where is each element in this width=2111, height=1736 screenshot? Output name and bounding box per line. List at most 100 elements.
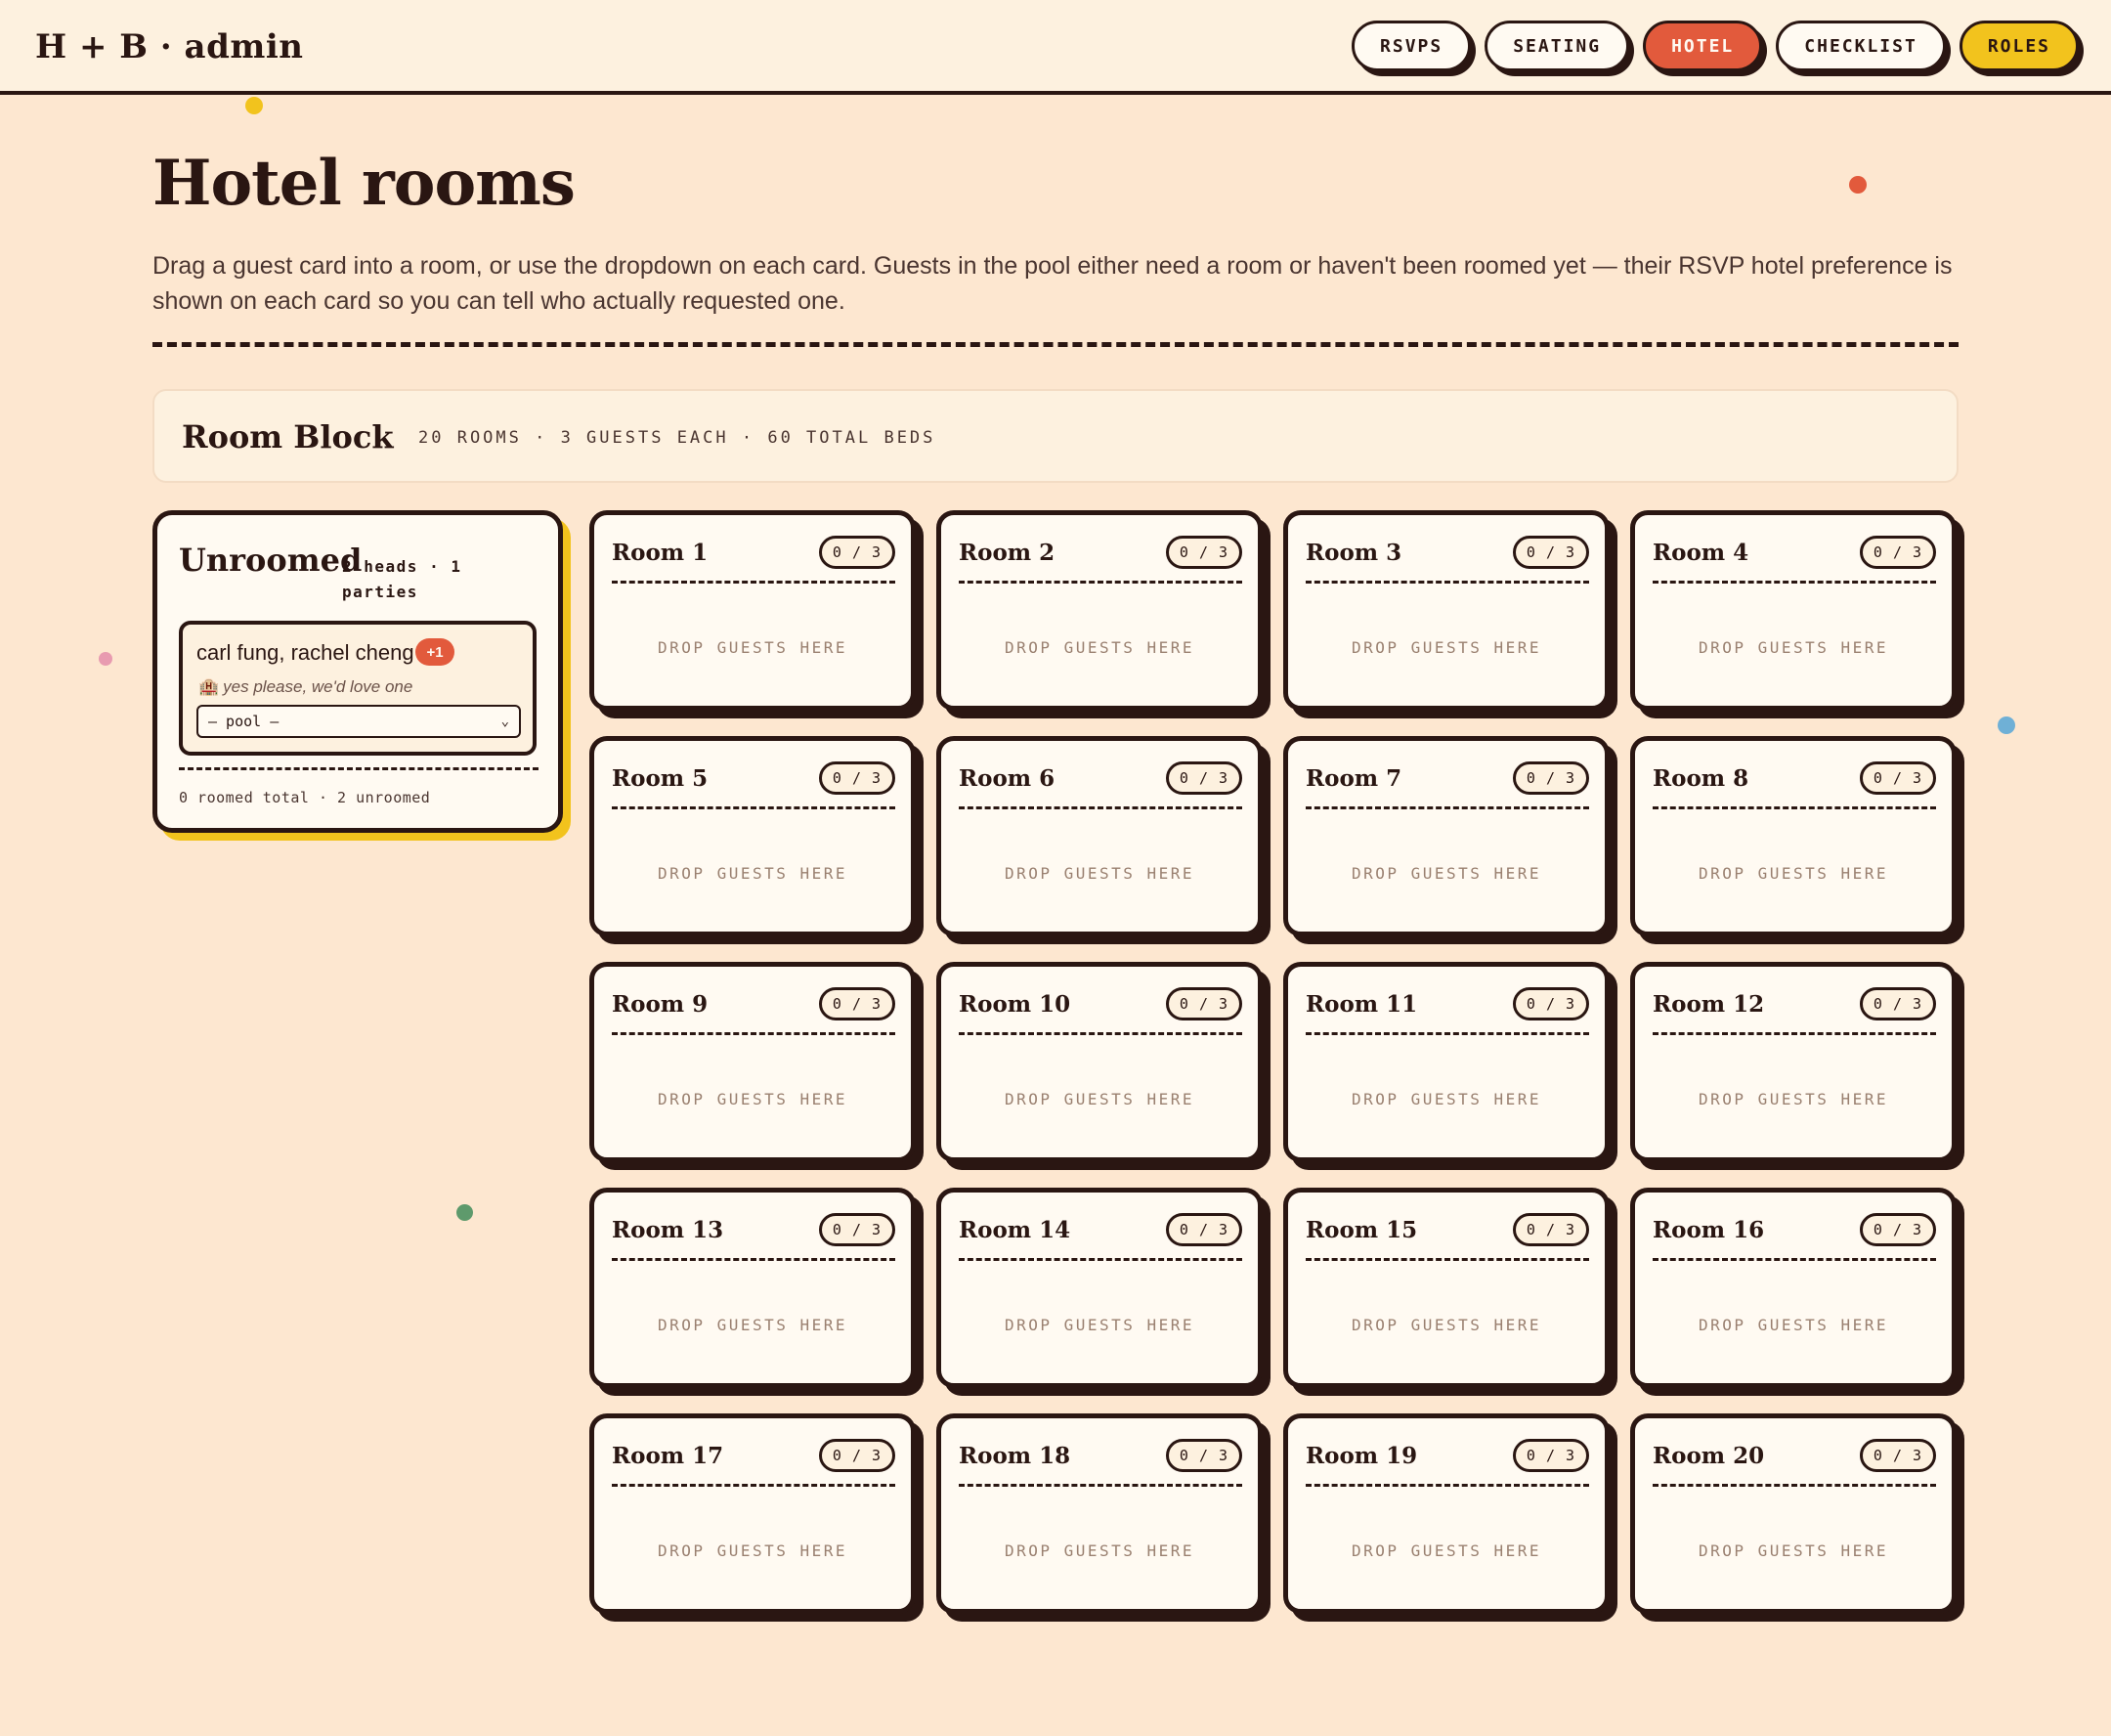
room-select-value: — pool —: [208, 713, 280, 730]
drop-zone-label: DROP GUESTS HERE: [657, 1316, 848, 1334]
room-card[interactable]: Room 13 0 / 3 DROP GUESTS HERE: [589, 1188, 916, 1388]
room-divider: [1306, 806, 1589, 809]
drop-zone-label: DROP GUESTS HERE: [1351, 1090, 1542, 1108]
room-name: Room 7: [1306, 765, 1402, 792]
room-card[interactable]: Room 7 0 / 3 DROP GUESTS HERE: [1283, 736, 1610, 936]
drop-zone-label: DROP GUESTS HERE: [657, 864, 848, 883]
nav-roles[interactable]: ROLES: [1959, 21, 2079, 71]
room-name: Room 19: [1306, 1443, 1418, 1469]
room-divider: [959, 1484, 1242, 1487]
room-capacity-badge: 0 / 3: [1166, 761, 1242, 795]
room-card[interactable]: Room 18 0 / 3 DROP GUESTS HERE: [936, 1413, 1263, 1614]
room-name: Room 8: [1653, 765, 1749, 792]
room-divider: [1653, 581, 1936, 584]
room-name: Room 1: [612, 540, 709, 566]
nav-rsvps[interactable]: RSVPS: [1352, 21, 1472, 71]
room-divider: [1653, 1258, 1936, 1261]
nav-seating[interactable]: SEATING: [1485, 21, 1630, 71]
hotel-icon: 🏨: [198, 677, 220, 696]
room-divider: [959, 581, 1242, 584]
room-card[interactable]: Room 9 0 / 3 DROP GUESTS HERE: [589, 962, 916, 1162]
decor-dot-blue: [1998, 716, 2015, 734]
room-card[interactable]: Room 1 0 / 3 DROP GUESTS HERE: [589, 510, 916, 711]
room-name: Room 17: [612, 1443, 724, 1469]
hotel-preference-text: yes please, we'd love one: [223, 677, 413, 696]
page-description: Drag a guest card into a room, or use th…: [152, 252, 1953, 315]
unroomed-footer: 0 roomed total · 2 unroomed: [179, 789, 431, 806]
unroomed-count: 2 heads · 1 parties: [342, 557, 462, 601]
room-card[interactable]: Room 2 0 / 3 DROP GUESTS HERE: [936, 510, 1263, 711]
guest-card[interactable]: carl fung, rachel cheng +1 🏨 yes please, …: [179, 621, 537, 756]
room-capacity-badge: 0 / 3: [1513, 1439, 1589, 1472]
brand-logo[interactable]: H + B · admin: [35, 27, 303, 66]
top-bar: H + B · admin RSVPS SEATING HOTEL CHECKLIST…: [0, 0, 2111, 95]
nav-hotel[interactable]: HOTEL: [1643, 21, 1763, 71]
room-capacity-badge: 0 / 3: [1860, 987, 1936, 1020]
room-card[interactable]: Room 16 0 / 3 DROP GUESTS HERE: [1630, 1188, 1957, 1388]
room-divider: [1653, 1032, 1936, 1035]
room-name: Room 9: [612, 991, 709, 1018]
room-capacity-badge: 0 / 3: [1166, 1439, 1242, 1472]
drop-zone-label: DROP GUESTS HERE: [1004, 1090, 1195, 1108]
plus-one-badge: +1: [415, 638, 454, 666]
room-capacity-badge: 0 / 3: [1860, 536, 1936, 569]
decor-dot-red: [1849, 176, 1867, 194]
section-divider: [152, 342, 1959, 347]
room-card[interactable]: Room 19 0 / 3 DROP GUESTS HERE: [1283, 1413, 1610, 1614]
drop-zone-label: DROP GUESTS HERE: [1004, 1316, 1195, 1334]
room-card[interactable]: Room 15 0 / 3 DROP GUESTS HERE: [1283, 1188, 1610, 1388]
room-capacity-badge: 0 / 3: [1513, 1213, 1589, 1246]
room-capacity-badge: 0 / 3: [1860, 1213, 1936, 1246]
decor-dot-yellow: [245, 97, 263, 114]
drop-zone-label: DROP GUESTS HERE: [1351, 1541, 1542, 1560]
drop-zone-label: DROP GUESTS HERE: [1698, 1541, 1889, 1560]
room-name: Room 4: [1653, 540, 1749, 566]
room-name: Room 18: [959, 1443, 1071, 1469]
room-divider: [612, 1484, 895, 1487]
room-card[interactable]: Room 8 0 / 3 DROP GUESTS HERE: [1630, 736, 1957, 936]
room-card[interactable]: Room 4 0 / 3 DROP GUESTS HERE: [1630, 510, 1957, 711]
unroomed-pool[interactable]: Unroomed 2 heads · 1 parties carl fung, …: [152, 510, 563, 833]
room-divider: [612, 1258, 895, 1261]
drop-zone-label: DROP GUESTS HERE: [1004, 864, 1195, 883]
room-capacity-badge: 0 / 3: [1860, 1439, 1936, 1472]
room-name: Room 6: [959, 765, 1056, 792]
room-card[interactable]: Room 5 0 / 3 DROP GUESTS HERE: [589, 736, 916, 936]
room-name: Room 3: [1306, 540, 1402, 566]
guest-name: carl fung, rachel cheng: [196, 640, 414, 665]
room-divider: [612, 806, 895, 809]
room-divider: [1653, 1484, 1936, 1487]
room-capacity-badge: 0 / 3: [1513, 987, 1589, 1020]
drop-zone-label: DROP GUESTS HERE: [1351, 1316, 1542, 1334]
room-card[interactable]: Room 3 0 / 3 DROP GUESTS HERE: [1283, 510, 1610, 711]
room-card[interactable]: Room 20 0 / 3 DROP GUESTS HERE: [1630, 1413, 1957, 1614]
room-capacity-badge: 0 / 3: [819, 1439, 895, 1472]
room-capacity-badge: 0 / 3: [1166, 987, 1242, 1020]
room-card[interactable]: Room 11 0 / 3 DROP GUESTS HERE: [1283, 962, 1610, 1162]
unroomed-divider: [179, 767, 539, 770]
hotel-preference: 🏨 yes please, we'd love one: [198, 677, 412, 697]
room-block-title: Room Block: [182, 418, 394, 456]
room-name: Room 5: [612, 765, 709, 792]
room-capacity-badge: 0 / 3: [1860, 761, 1936, 795]
room-divider: [1306, 581, 1589, 584]
room-name: Room 13: [612, 1217, 724, 1243]
room-divider: [959, 806, 1242, 809]
main-nav: RSVPS SEATING HOTEL CHECKLIST ROLES: [1352, 21, 2079, 71]
drop-zone-label: DROP GUESTS HERE: [1698, 1316, 1889, 1334]
drop-zone-label: DROP GUESTS HERE: [1351, 638, 1542, 657]
room-divider: [1306, 1258, 1589, 1261]
room-card[interactable]: Room 17 0 / 3 DROP GUESTS HERE: [589, 1413, 916, 1614]
room-divider: [959, 1032, 1242, 1035]
room-name: Room 16: [1653, 1217, 1765, 1243]
rooms-grid: Room 1 0 / 3 DROP GUESTS HERE Room 2 0 / 3 DR…: [589, 510, 1957, 1614]
page-title: Hotel rooms: [152, 147, 576, 220]
chevron-down-icon: ⌄: [500, 714, 509, 729]
room-card[interactable]: Room 14 0 / 3 DROP GUESTS HERE: [936, 1188, 1263, 1388]
room-card[interactable]: Room 12 0 / 3 DROP GUESTS HERE: [1630, 962, 1957, 1162]
room-name: Room 10: [959, 991, 1071, 1018]
nav-checklist[interactable]: CHECKLIST: [1776, 21, 1946, 71]
room-select-dropdown[interactable]: — pool — ⌄: [196, 705, 521, 738]
room-card[interactable]: Room 10 0 / 3 DROP GUESTS HERE: [936, 962, 1263, 1162]
room-card[interactable]: Room 6 0 / 3 DROP GUESTS HERE: [936, 736, 1263, 936]
